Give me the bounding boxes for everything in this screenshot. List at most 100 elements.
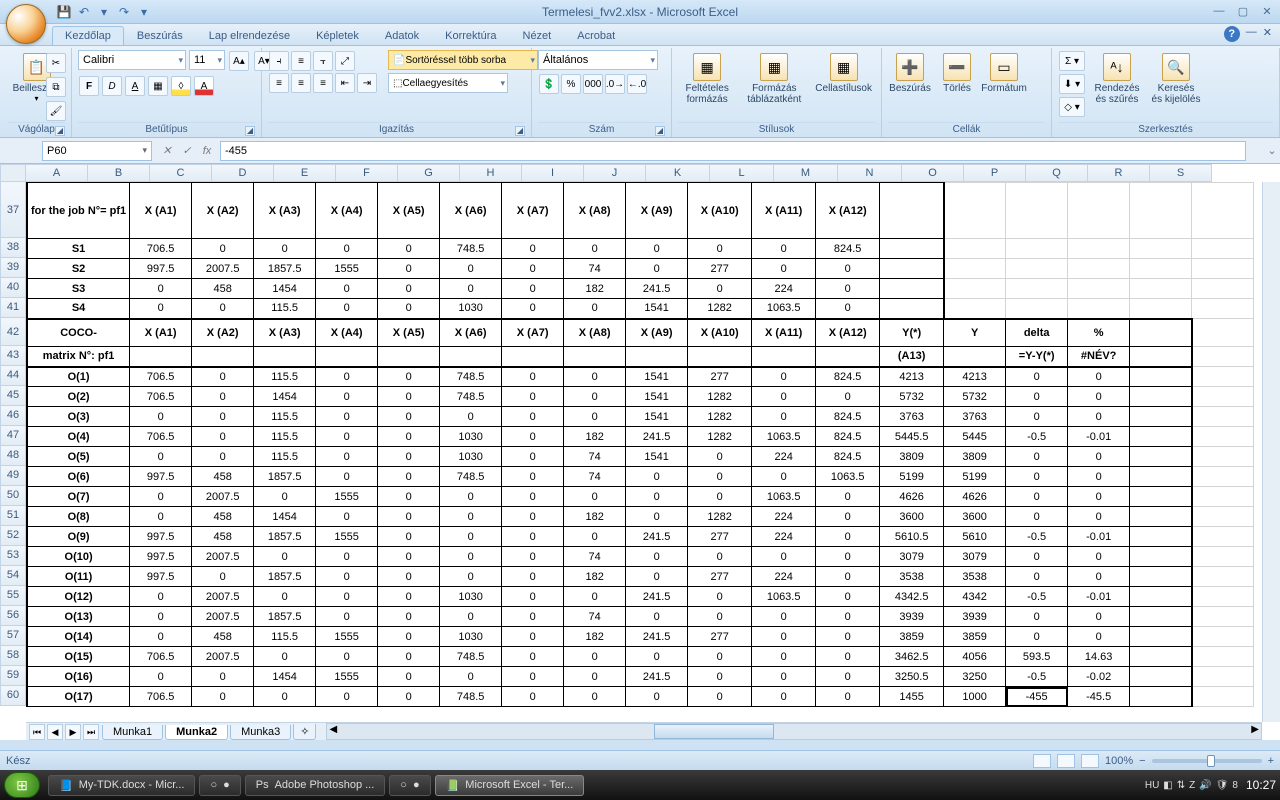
cell-C59[interactable]: 0	[192, 667, 254, 687]
cell-J46[interactable]: 1541	[626, 407, 688, 427]
cell-P39[interactable]	[1006, 259, 1068, 279]
align-center-icon[interactable]: ≡	[291, 73, 311, 93]
cell-O54[interactable]: 3538	[944, 567, 1006, 587]
tray-icon[interactable]: 8	[1232, 780, 1238, 791]
chevron-down-icon[interactable]: ▾	[96, 4, 112, 20]
select-all-corner[interactable]	[0, 164, 26, 182]
row-header-56[interactable]: 56	[0, 606, 26, 626]
cell-G55[interactable]: 1030	[440, 587, 502, 607]
cell-E54[interactable]: 0	[316, 567, 378, 587]
cell-E41[interactable]: 0	[316, 299, 378, 319]
cell-F43[interactable]	[378, 347, 440, 367]
cell-M40[interactable]: 0	[816, 279, 880, 299]
cell-N51[interactable]: 3600	[880, 507, 944, 527]
cell-B51[interactable]: 0	[130, 507, 192, 527]
cell-N55[interactable]: 4342.5	[880, 587, 944, 607]
cell-E37[interactable]: X (A4)	[316, 183, 378, 239]
cell-Q59[interactable]: -0.02	[1068, 667, 1130, 687]
enter-icon[interactable]: ✓	[178, 142, 196, 160]
cell-N54[interactable]: 3538	[880, 567, 944, 587]
cell-I55[interactable]: 0	[564, 587, 626, 607]
cell-C54[interactable]: 0	[192, 567, 254, 587]
cell-R58[interactable]	[1130, 647, 1192, 667]
orientation-icon[interactable]: ⤢	[335, 51, 355, 71]
cell-A41[interactable]: S4	[27, 299, 130, 319]
page-layout-view-button[interactable]	[1057, 754, 1075, 768]
cell-C48[interactable]: 0	[192, 447, 254, 467]
row-header-48[interactable]: 48	[0, 446, 26, 466]
cell-O58[interactable]: 4056	[944, 647, 1006, 667]
close-workbook-icon[interactable]: ✕	[1263, 26, 1272, 42]
cell-R37[interactable]	[1130, 183, 1192, 239]
cell-E58[interactable]: 0	[316, 647, 378, 667]
cell-Q39[interactable]	[1068, 259, 1130, 279]
row-header-47[interactable]: 47	[0, 426, 26, 446]
cell-L56[interactable]: 0	[752, 607, 816, 627]
cell-C46[interactable]: 0	[192, 407, 254, 427]
cell-P60[interactable]: -455	[1006, 687, 1068, 707]
cell-Q51[interactable]: 0	[1068, 507, 1130, 527]
cell-N43[interactable]: (A13)	[880, 347, 944, 367]
cell-R54[interactable]	[1130, 567, 1192, 587]
cell-N42[interactable]: Y(*)	[880, 319, 944, 347]
cell-Q52[interactable]: -0.01	[1068, 527, 1130, 547]
cell-C39[interactable]: 2007.5	[192, 259, 254, 279]
cell-J50[interactable]: 0	[626, 487, 688, 507]
row-header-51[interactable]: 51	[0, 506, 26, 526]
fill-icon[interactable]: ⬇ ▾	[1059, 74, 1085, 94]
close-button[interactable]: ✕	[1258, 5, 1276, 18]
cell-S40[interactable]	[1192, 279, 1254, 299]
office-button[interactable]	[6, 4, 46, 44]
cell-N46[interactable]: 3763	[880, 407, 944, 427]
cell-R43[interactable]	[1130, 347, 1192, 367]
cell-G47[interactable]: 1030	[440, 427, 502, 447]
cell-F49[interactable]: 0	[378, 467, 440, 487]
cell-D49[interactable]: 1857.5	[254, 467, 316, 487]
cell-L41[interactable]: 1063.5	[752, 299, 816, 319]
cell-F46[interactable]: 0	[378, 407, 440, 427]
cell-Q48[interactable]: 0	[1068, 447, 1130, 467]
cell-B39[interactable]: 997.5	[130, 259, 192, 279]
cell-O40[interactable]	[944, 279, 1006, 299]
cell-O60[interactable]: 1000	[944, 687, 1006, 707]
cell-E44[interactable]: 0	[316, 367, 378, 387]
formula-input[interactable]: -455	[220, 141, 1246, 161]
cell-G60[interactable]: 748.5	[440, 687, 502, 707]
cell-B45[interactable]: 706.5	[130, 387, 192, 407]
cell-D53[interactable]: 0	[254, 547, 316, 567]
cell-P44[interactable]: 0	[1006, 367, 1068, 387]
undo-icon[interactable]: ↶	[76, 4, 92, 20]
cell-P45[interactable]: 0	[1006, 387, 1068, 407]
increase-indent-icon[interactable]: ⇥	[357, 73, 377, 93]
cell-J39[interactable]: 0	[626, 259, 688, 279]
cell-O50[interactable]: 4626	[944, 487, 1006, 507]
cell-L39[interactable]: 0	[752, 259, 816, 279]
cell-D59[interactable]: 1454	[254, 667, 316, 687]
cell-N53[interactable]: 3079	[880, 547, 944, 567]
cell-J49[interactable]: 0	[626, 467, 688, 487]
cell-N41[interactable]	[880, 299, 944, 319]
cell-Q46[interactable]: 0	[1068, 407, 1130, 427]
tray-icon[interactable]: ◧	[1163, 780, 1172, 791]
cell-C56[interactable]: 2007.5	[192, 607, 254, 627]
row-header-42[interactable]: 42	[0, 318, 26, 346]
cell-N50[interactable]: 4626	[880, 487, 944, 507]
zoom-level[interactable]: 100%	[1105, 755, 1133, 767]
cell-K54[interactable]: 277	[688, 567, 752, 587]
col-header-A[interactable]: A	[26, 164, 88, 182]
cell-I43[interactable]	[564, 347, 626, 367]
cell-S42[interactable]	[1192, 319, 1254, 347]
cell-I40[interactable]: 182	[564, 279, 626, 299]
cell-A60[interactable]: O(17)	[27, 687, 130, 707]
row-header-46[interactable]: 46	[0, 406, 26, 426]
cell-N45[interactable]: 5732	[880, 387, 944, 407]
cell-H46[interactable]: 0	[502, 407, 564, 427]
cell-K48[interactable]: 0	[688, 447, 752, 467]
cell-O48[interactable]: 3809	[944, 447, 1006, 467]
dialog-launcher[interactable]: ◢	[55, 126, 65, 136]
cell-K42[interactable]: X (A10)	[688, 319, 752, 347]
cell-F59[interactable]: 0	[378, 667, 440, 687]
cell-O56[interactable]: 3939	[944, 607, 1006, 627]
cell-G38[interactable]: 748.5	[440, 239, 502, 259]
cell-P53[interactable]: 0	[1006, 547, 1068, 567]
